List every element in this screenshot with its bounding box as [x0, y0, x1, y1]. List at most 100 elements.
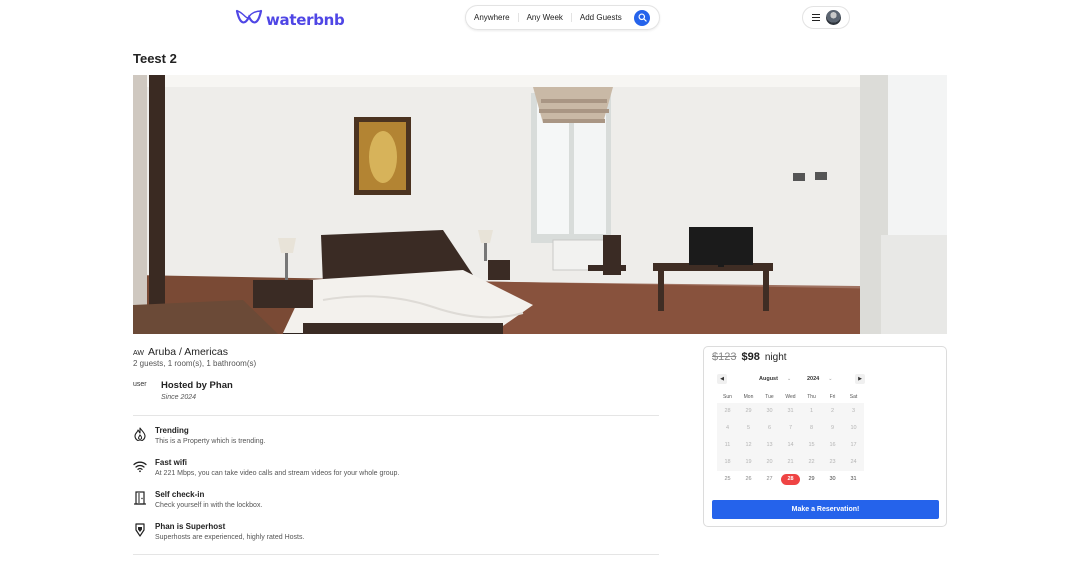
calendar-day[interactable]: 19	[738, 454, 759, 471]
chevron-down-icon: ⌄	[828, 376, 833, 382]
location-name: Aruba / Americas	[148, 346, 228, 358]
calendar-day[interactable]: 29	[801, 471, 822, 488]
calendar-day[interactable]: 3	[843, 403, 864, 420]
calendar-day[interactable]: 10	[843, 420, 864, 437]
listing-location: AW Aruba / Americas	[133, 346, 228, 358]
discounted-price: $98	[741, 351, 760, 363]
calendar-day[interactable]: 17	[843, 437, 864, 454]
month-select[interactable]: August ⌄	[759, 376, 791, 382]
calendar-day[interactable]: 25	[717, 471, 738, 488]
amenity-desc: This is a Property which is trending.	[155, 438, 266, 445]
amenity-item: Trending This is a Property which is tre…	[133, 426, 266, 445]
calendar-day[interactable]: 31	[780, 403, 801, 420]
logo-icon	[234, 7, 264, 32]
door-icon	[134, 491, 146, 505]
listing-photo	[133, 75, 947, 334]
weekday-label: Tue	[765, 394, 774, 400]
calendar-day[interactable]: 21	[780, 454, 801, 471]
calendar-day[interactable]: 13	[759, 437, 780, 454]
search-button[interactable]	[634, 9, 650, 26]
user-menu-button[interactable]	[802, 6, 850, 29]
amenity-title: Trending	[155, 426, 189, 435]
weekday-label: Fri	[829, 394, 836, 400]
flame-icon	[134, 427, 146, 441]
menu-icon	[811, 14, 820, 21]
calendar-day[interactable]: 15	[801, 437, 822, 454]
calendar-day[interactable]: 22	[801, 454, 822, 471]
price-unit: night	[764, 352, 787, 363]
price-row: $123 $98 night	[712, 351, 787, 363]
amenity-item: Fast wifi At 221 Mbps, you can take vide…	[133, 458, 399, 477]
month-label: August	[759, 376, 778, 382]
calendar-day[interactable]: 24	[843, 454, 864, 471]
amenity-desc: Superhosts are experienced, highly rated…	[155, 534, 305, 541]
weekday-label: Sat	[849, 394, 858, 400]
amenity-title: Fast wifi	[155, 458, 188, 467]
wifi-icon	[133, 461, 147, 473]
weekday-label: Mon	[743, 394, 754, 400]
host-since: Since 2024	[161, 394, 197, 401]
calendar-day[interactable]: 30	[822, 471, 843, 488]
chevron-down-icon: ⌄	[786, 376, 792, 382]
calendar-day[interactable]: 11	[717, 437, 738, 454]
amenity-title: Self check-in	[155, 490, 205, 499]
year-label: 2024	[807, 376, 820, 382]
selected-day-label: 28	[781, 474, 800, 485]
reserve-button[interactable]: Make a Reservation!	[712, 500, 939, 519]
logo[interactable]: waterbnb	[234, 7, 345, 32]
calendar-day[interactable]: 28	[717, 403, 738, 420]
calendar-day[interactable]: 9	[822, 420, 843, 437]
amenity-item: Phan is Superhost Superhosts are experie…	[133, 522, 304, 541]
divider	[133, 554, 659, 555]
calendar-day[interactable]: 27	[759, 471, 780, 488]
calendar-day[interactable]: 4	[717, 420, 738, 437]
weekday-label: Wed	[785, 394, 796, 400]
search-add-guests[interactable]: Add Guests	[570, 13, 630, 22]
host-section: user Hosted by Phan Since 2024	[133, 380, 233, 401]
calendar-day[interactable]: 16	[822, 437, 843, 454]
calendar-day[interactable]: 5	[738, 420, 759, 437]
weekday-label: Thu	[807, 394, 816, 400]
calendar-grid: Sun Mon Tue Wed Thu Fri Sat 28 29 30 31 1 2 3 4 5 6 7 8 9 10…	[717, 392, 866, 488]
prev-month-button[interactable]: ◀	[717, 374, 727, 384]
host-avatar: user	[133, 381, 147, 388]
calendar-day[interactable]: 20	[759, 454, 780, 471]
search-icon	[637, 13, 647, 22]
date-picker: ◀ August ⌄ 2024 ⌄ ▶ Sun Mon Tue Wed Thu Fri Sa…	[717, 374, 866, 488]
next-month-button[interactable]: ▶	[855, 374, 865, 384]
original-price: $123	[712, 351, 737, 363]
calendar-day[interactable]: 14	[780, 437, 801, 454]
calendar-day[interactable]: 8	[801, 420, 822, 437]
top-nav: waterbnb Anywhere Any Week Add Guests	[0, 0, 1080, 38]
host-name: Hosted by Phan	[161, 380, 233, 391]
calendar-day[interactable]: 23	[822, 454, 843, 471]
search-anywhere[interactable]: Anywhere	[466, 13, 518, 22]
search-bar[interactable]: Anywhere Any Week Add Guests	[465, 5, 660, 30]
chevron-left-icon: ◀	[720, 376, 724, 382]
calendar-day[interactable]: 6	[759, 420, 780, 437]
calendar-day-selected[interactable]: 28	[780, 471, 801, 488]
amenity-desc: At 221 Mbps, you can take video calls an…	[155, 470, 400, 477]
divider	[133, 415, 659, 416]
calendar-day[interactable]: 18	[717, 454, 738, 471]
calendar-day[interactable]: 30	[759, 403, 780, 420]
year-select[interactable]: 2024 ⌄	[807, 376, 832, 382]
booking-card: $123 $98 night ◀ August ⌄ 2024 ⌄ ▶ Sun Mo…	[703, 346, 947, 527]
amenity-title: Phan is Superhost	[155, 522, 226, 531]
calendar-day[interactable]: 26	[738, 471, 759, 488]
calendar-day[interactable]: 12	[738, 437, 759, 454]
weekday-label: Sun	[723, 394, 732, 400]
listing-title: Teest 2	[133, 51, 177, 66]
superhost-icon	[135, 523, 145, 537]
calendar-day[interactable]: 1	[801, 403, 822, 420]
calendar-day[interactable]: 29	[738, 403, 759, 420]
calendar-day[interactable]: 31	[843, 471, 864, 488]
amenity-item: Self check-in Check yourself in with the…	[133, 490, 262, 509]
search-any-week[interactable]: Any Week	[517, 13, 571, 22]
chevron-right-icon: ▶	[858, 376, 862, 382]
calendar-day[interactable]: 2	[822, 403, 843, 420]
calendar-nav: ◀ August ⌄ 2024 ⌄ ▶	[717, 374, 866, 386]
avatar	[825, 10, 841, 25]
calendar-day[interactable]: 7	[780, 420, 801, 437]
country-code: AW	[133, 350, 145, 357]
